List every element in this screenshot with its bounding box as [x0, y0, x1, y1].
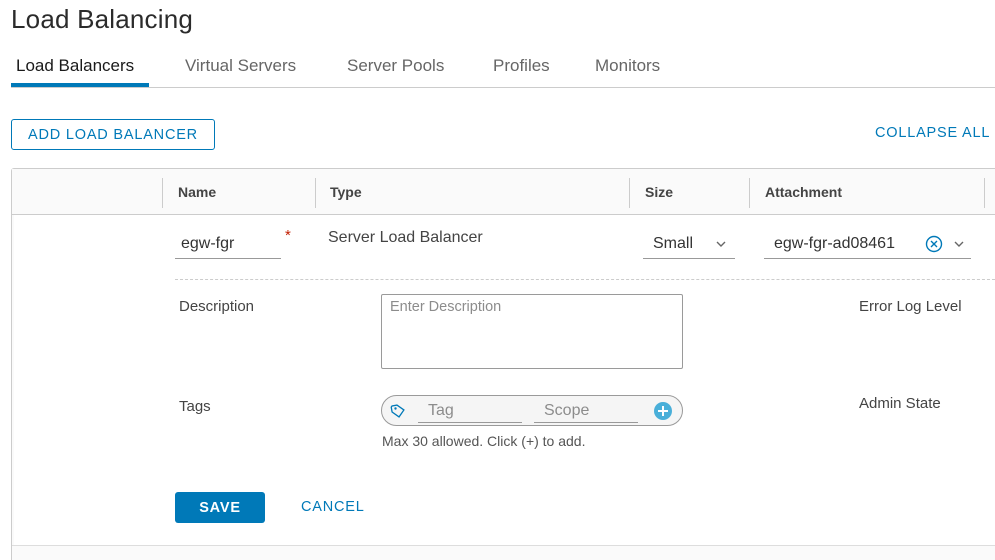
size-select[interactable]: Small — [643, 229, 735, 259]
column-header-attachment[interactable]: Attachment — [765, 184, 842, 200]
tab-monitors[interactable]: Monitors — [595, 56, 660, 76]
size-value: Small — [653, 234, 694, 252]
tab-load-balancers[interactable]: Load Balancers — [16, 56, 134, 76]
grid-row-border — [12, 545, 995, 546]
clear-circle-icon[interactable] — [925, 235, 943, 258]
column-separator — [984, 178, 985, 208]
tab-bar: Load Balancers Virtual Servers Server Po… — [11, 50, 995, 88]
chevron-down-icon — [715, 237, 727, 255]
row-divider — [175, 279, 995, 280]
tag-input[interactable] — [418, 399, 522, 423]
required-indicator: * — [285, 227, 291, 244]
page-title: Load Balancing — [11, 4, 194, 34]
column-separator — [749, 178, 750, 208]
grid-header: Name Type Size Attachment — [12, 169, 995, 215]
tags-input-group — [381, 395, 683, 426]
tags-hint: Max 30 allowed. Click (+) to add. — [382, 433, 586, 449]
column-separator — [315, 178, 316, 208]
tags-label: Tags — [179, 398, 211, 415]
chevron-down-icon[interactable] — [953, 237, 965, 255]
load-balancer-grid: Name Type Size Attachment * Server Load … — [11, 168, 995, 560]
column-separator — [162, 178, 163, 208]
tab-profiles[interactable]: Profiles — [493, 56, 550, 76]
save-button[interactable]: SAVE — [175, 492, 265, 523]
description-label: Description — [179, 298, 255, 315]
cancel-button[interactable]: CANCEL — [301, 499, 365, 515]
attachment-value: egw-fgr-ad08461 — [774, 234, 895, 252]
add-load-balancer-button[interactable]: ADD LOAD BALANCER — [11, 119, 215, 150]
scope-input[interactable] — [534, 399, 638, 423]
column-header-name[interactable]: Name — [178, 184, 216, 200]
column-header-type[interactable]: Type — [330, 184, 362, 200]
tab-virtual-servers[interactable]: Virtual Servers — [185, 56, 296, 76]
edit-row: * Server Load Balancer Small egw-fgr-ad0… — [14, 215, 995, 545]
plus-circle-icon[interactable] — [653, 401, 673, 426]
name-input[interactable] — [175, 229, 281, 259]
active-tab-indicator — [11, 83, 149, 87]
error-log-level-label: Error Log Level — [859, 298, 962, 315]
tag-icon — [390, 403, 406, 424]
description-textarea[interactable] — [381, 294, 683, 369]
tab-server-pools[interactable]: Server Pools — [347, 56, 444, 76]
column-separator — [629, 178, 630, 208]
column-header-size[interactable]: Size — [645, 184, 673, 200]
attachment-select[interactable]: egw-fgr-ad08461 — [764, 229, 971, 259]
type-value: Server Load Balancer — [328, 229, 483, 246]
collapse-all-button[interactable]: COLLAPSE ALL — [875, 125, 990, 141]
admin-state-label: Admin State — [859, 395, 941, 412]
